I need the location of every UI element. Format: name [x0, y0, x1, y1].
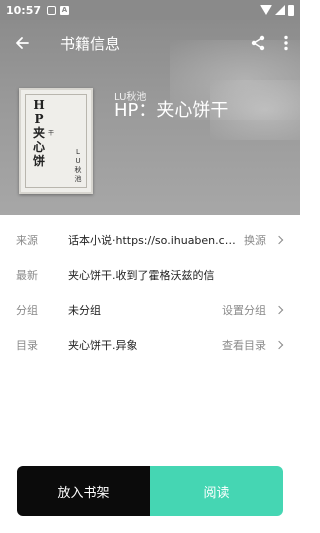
chevron-right-icon: [274, 305, 284, 314]
source-value: 话本小说·https://so.ihuaben.com: [68, 233, 238, 247]
wifi-icon: [260, 5, 272, 15]
notification-icon: [47, 5, 57, 15]
toc-row[interactable]: 目录 夹心饼干.异象 查看目录: [0, 327, 300, 362]
bottom-action-bar: 放入书架 阅读: [17, 466, 283, 516]
status-bar: 10:57 A: [0, 0, 300, 20]
group-label: 分组: [16, 303, 38, 317]
cover-title: H P 夹 心 饼: [32, 98, 45, 168]
share-button[interactable]: [244, 20, 272, 66]
battery-icon: [288, 4, 294, 16]
latest-label: 最新: [16, 268, 38, 282]
add-to-shelf-button[interactable]: 放入书架: [17, 466, 150, 516]
page-title: 书籍信息: [60, 34, 121, 53]
arrow-left-icon: [16, 37, 29, 49]
app-notification-icon: A: [60, 5, 70, 15]
change-source-label: 换源: [244, 233, 266, 247]
cover-author: L U 秋 池: [74, 148, 82, 183]
latest-chapter-row[interactable]: 最新 夹心饼干.收到了霍格沃兹的信: [0, 257, 300, 292]
view-toc-label: 查看目录: [222, 338, 266, 352]
toolbar: 书籍信息: [0, 20, 300, 66]
set-group-button[interactable]: 设置分组: [222, 302, 284, 318]
back-button[interactable]: [0, 20, 44, 66]
toc-label: 目录: [16, 338, 38, 352]
set-group-label: 设置分组: [222, 303, 266, 317]
book-name: HP：夹心饼干: [114, 100, 229, 121]
chevron-right-icon: [274, 235, 284, 244]
book-info-list: 来源 话本小说·https://so.ihuaben.com 换源 最新 夹心饼…: [0, 222, 300, 362]
signal-icon: [275, 5, 285, 15]
share-icon: [251, 35, 265, 51]
book-cover[interactable]: H P 夹 心 饼 干 L U 秋 池: [19, 88, 93, 194]
view-toc-button[interactable]: 查看目录: [222, 337, 284, 353]
source-label: 来源: [16, 233, 38, 247]
group-value: 未分组: [68, 303, 101, 317]
source-row[interactable]: 来源 话本小说·https://so.ihuaben.com 换源: [0, 222, 300, 257]
chevron-right-icon: [274, 340, 284, 349]
status-time: 10:57: [6, 3, 42, 17]
more-options-button[interactable]: [272, 20, 300, 66]
more-vertical-icon: [284, 35, 288, 51]
change-source-button[interactable]: 换源: [244, 232, 284, 248]
read-button[interactable]: 阅读: [150, 466, 283, 516]
latest-value: 夹心饼干.收到了霍格沃兹的信: [68, 268, 215, 282]
cover-subtitle: 干: [48, 130, 55, 137]
toc-value: 夹心饼干.异象: [68, 338, 138, 352]
group-row[interactable]: 分组 未分组 设置分组: [0, 292, 300, 327]
